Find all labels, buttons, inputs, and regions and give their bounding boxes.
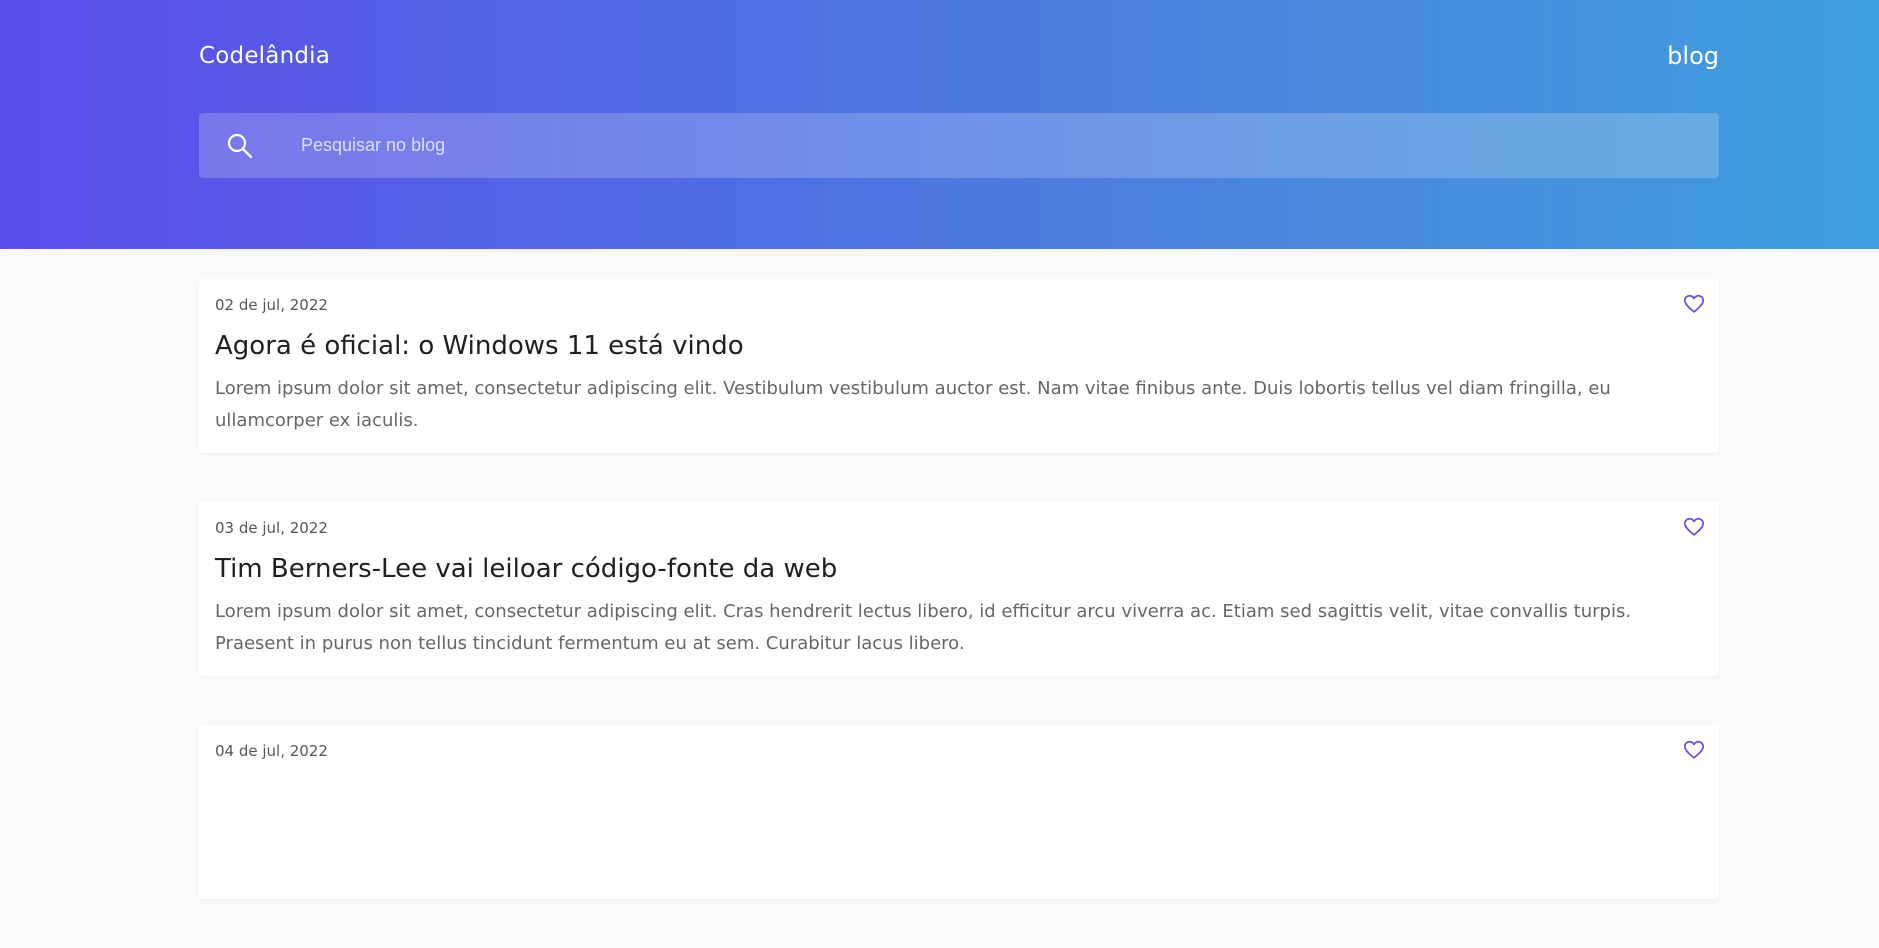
post-title[interactable]: Tim Berners-Lee vai leiloar código-fonte… [215, 552, 1703, 586]
post-list: 02 de jul, 2022 Agora é oficial: o Windo… [199, 279, 1719, 948]
post-excerpt: Lorem ipsum dolor sit amet, consectetur … [215, 601, 1632, 654]
heart-outline-icon[interactable] [1683, 739, 1705, 761]
hero-header: Codelândia blog [0, 0, 1879, 249]
post-title[interactable]: Agora é oficial: o Windows 11 está vindo [215, 329, 1703, 363]
post-card[interactable]: 03 de jul, 2022 Tim Berners-Lee vai leil… [199, 502, 1719, 676]
nav-link-blog[interactable]: blog [1667, 40, 1719, 72]
search-input[interactable] [299, 113, 1689, 178]
post-excerpt: Lorem ipsum dolor sit amet, consectetur … [215, 378, 1611, 431]
heart-outline-icon[interactable] [1683, 516, 1705, 538]
heart-outline-icon[interactable] [1683, 293, 1705, 315]
brand-logo[interactable]: Codelândia [199, 40, 330, 72]
post-date: 03 de jul, 2022 [215, 519, 328, 537]
search-bar[interactable] [199, 113, 1719, 178]
post-card[interactable]: 02 de jul, 2022 Agora é oficial: o Windo… [199, 279, 1719, 453]
post-date: 04 de jul, 2022 [215, 742, 328, 760]
post-card[interactable]: 04 de jul, 2022 [199, 725, 1719, 899]
search-icon [227, 133, 253, 159]
post-date: 02 de jul, 2022 [215, 296, 328, 314]
